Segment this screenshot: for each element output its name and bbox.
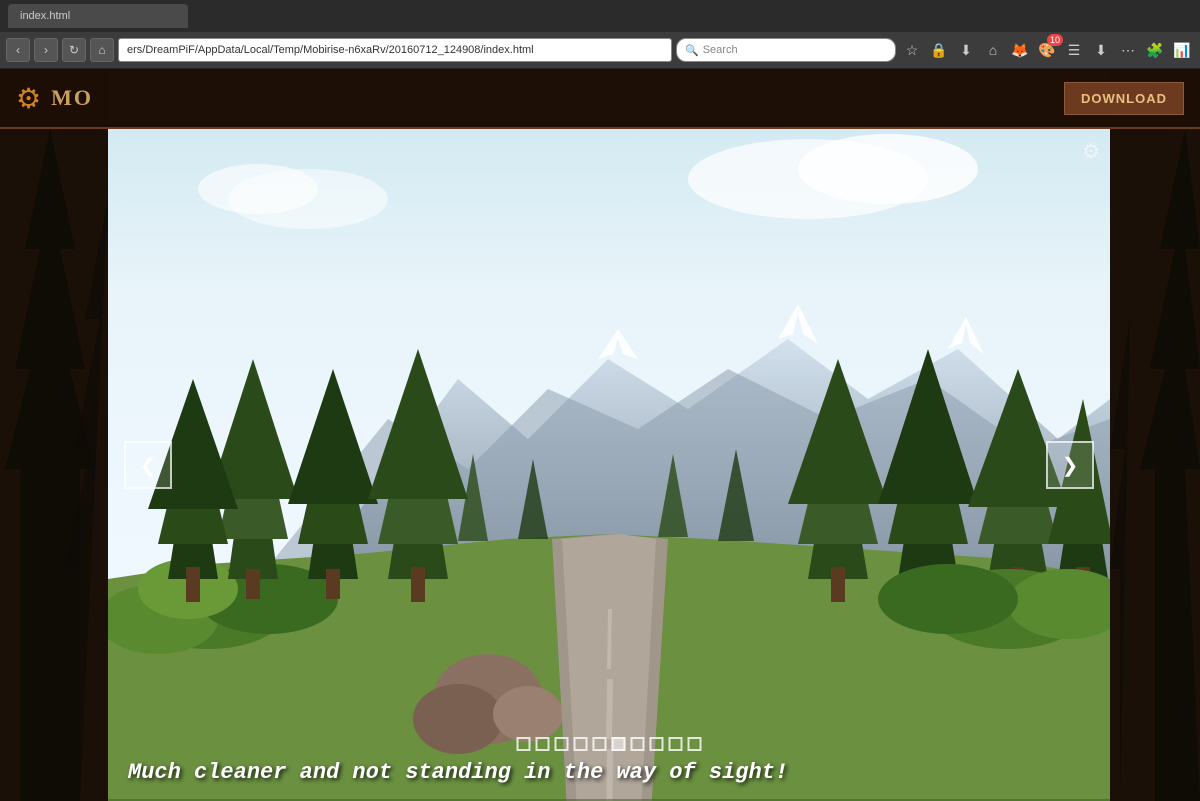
nav-bar: ‹ › ↻ ⌂ ers/DreamPiF/AppData/Local/Temp/… <box>0 32 1200 68</box>
back-button[interactable]: ‹ <box>6 38 30 62</box>
dot-3[interactable] <box>555 737 569 751</box>
caption-text: Much cleaner and not standing in the way… <box>128 760 788 785</box>
dot-8[interactable] <box>650 737 664 751</box>
landscape-svg <box>108 129 1110 801</box>
side-panel-left <box>0 69 108 801</box>
notification-icon[interactable]: 🎨 10 <box>1035 38 1059 62</box>
bookmark-icon[interactable]: ☆ <box>900 38 924 62</box>
app-logo: ⚙ MO <box>16 82 93 115</box>
carousel-next-button[interactable]: ❯ <box>1046 441 1094 489</box>
download-button[interactable]: DOWNLOAD <box>1064 82 1184 115</box>
extensions-icon[interactable]: ⬇ <box>1089 38 1113 62</box>
dot-1[interactable] <box>517 737 531 751</box>
search-placeholder: Search <box>703 44 738 56</box>
stats-icon[interactable]: 📊 <box>1170 38 1194 62</box>
dot-7[interactable] <box>631 737 645 751</box>
carousel-dots <box>517 737 702 751</box>
home-button[interactable]: ⌂ <box>90 38 114 62</box>
slider-image <box>108 129 1110 801</box>
prev-icon: ❮ <box>140 453 157 478</box>
slider-caption: Much cleaner and not standing in the way… <box>108 752 1110 793</box>
slider-container: ❮ ❯ ⚙ Much cleaner and not standing in t… <box>108 129 1110 801</box>
refresh-button[interactable]: ↻ <box>62 38 86 62</box>
dot-2[interactable] <box>536 737 550 751</box>
search-icon: 🔍 <box>685 44 699 57</box>
dot-5[interactable] <box>593 737 607 751</box>
more-icon[interactable]: ⋯ <box>1116 38 1140 62</box>
browser-tab[interactable]: index.html <box>8 4 188 28</box>
menu-icon[interactable]: ☰ <box>1062 38 1086 62</box>
side-panel-right <box>1110 69 1200 801</box>
firefox-icon[interactable]: 🦊 <box>1008 38 1032 62</box>
tab-label: index.html <box>20 10 70 22</box>
puzzle-icon[interactable]: 🧩 <box>1143 38 1167 62</box>
address-text: ers/DreamPiF/AppData/Local/Temp/Mobirise… <box>127 44 534 56</box>
apps-icon[interactable]: ⌂ <box>981 38 1005 62</box>
app-title: MO <box>51 85 93 111</box>
nav-icons: ☆ 🔒 ⬇ ⌂ 🦊 🎨 10 ☰ ⬇ ⋯ 🧩 📊 <box>900 38 1194 62</box>
download-nav-icon[interactable]: ⬇ <box>954 38 978 62</box>
app-gear-icon: ⚙ <box>16 82 41 115</box>
dot-10[interactable] <box>688 737 702 751</box>
dot-6[interactable] <box>612 737 626 751</box>
shield-icon[interactable]: 🔒 <box>927 38 951 62</box>
search-bar[interactable]: 🔍 Search <box>676 38 896 62</box>
carousel-prev-button[interactable]: ❮ <box>124 441 172 489</box>
app-topbar: ⚙ MO DOWNLOAD <box>0 69 1200 129</box>
notification-badge: 10 <box>1047 34 1063 46</box>
dot-9[interactable] <box>669 737 683 751</box>
browser-chrome: index.html ‹ › ↻ ⌂ ers/DreamPiF/AppData/… <box>0 0 1200 69</box>
next-icon: ❯ <box>1062 453 1079 478</box>
dot-4[interactable] <box>574 737 588 751</box>
slider-settings-icon[interactable]: ⚙ <box>1082 139 1100 164</box>
address-bar[interactable]: ers/DreamPiF/AppData/Local/Temp/Mobirise… <box>118 38 672 62</box>
forward-button[interactable]: › <box>34 38 58 62</box>
website-area: ⚙ MO DOWNLOAD <box>0 69 1200 801</box>
tab-bar: index.html <box>0 0 1200 32</box>
